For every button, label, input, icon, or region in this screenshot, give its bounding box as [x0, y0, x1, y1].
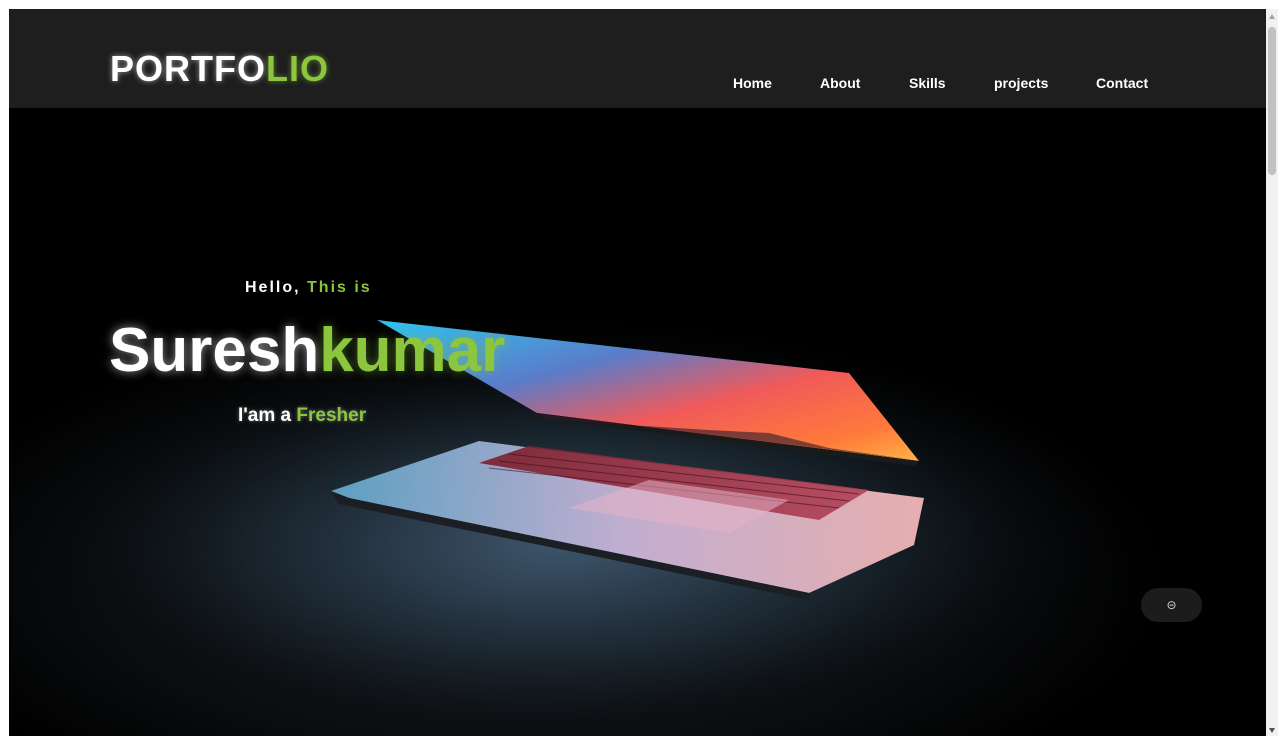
scrollbar-thumb[interactable] [1268, 27, 1276, 175]
role-text-main: I'am a [238, 405, 292, 426]
navbar: PORTFOLIO Home About Skills projects Con… [9, 9, 1266, 108]
name-text-main: Suresh [109, 316, 320, 385]
hero-greeting: Hello, This is [245, 278, 372, 298]
scroll-up-arrow-icon[interactable] [1269, 14, 1275, 19]
nav-link-about[interactable]: About [820, 75, 860, 91]
nav-link-home[interactable]: Home [733, 75, 772, 91]
logo-text-main: PORTFO [110, 48, 266, 89]
logo-text-accent: LIO [266, 48, 329, 89]
greeting-text-accent: This is [307, 279, 372, 296]
hero-role: I'am a Fresher [238, 404, 366, 428]
nav-link-projects[interactable]: projects [994, 75, 1048, 91]
laptop-background-image [9, 320, 1129, 736]
scroll-down-arrow-icon[interactable] [1269, 728, 1275, 733]
scroll-top-icon: ⊝ [1166, 598, 1177, 612]
page-viewport: PORTFOLIO Home About Skills projects Con… [9, 9, 1266, 736]
nav-link-skills[interactable]: Skills [909, 75, 946, 91]
nav-link-contact[interactable]: Contact [1096, 75, 1148, 91]
name-text-accent: kumar [319, 316, 506, 385]
page-top-margin [0, 0, 1278, 9]
role-text-accent: Fresher [296, 405, 367, 426]
page-scrollbar[interactable] [1266, 9, 1278, 736]
greeting-text-main: Hello, [245, 279, 301, 296]
site-logo[interactable]: PORTFOLIO [110, 49, 329, 89]
hero-section: Hello, This is Sureshkumar I'am a Freshe… [9, 108, 1266, 736]
hero-name: Sureshkumar [109, 316, 505, 386]
scroll-top-button[interactable]: ⊝ [1141, 588, 1202, 622]
